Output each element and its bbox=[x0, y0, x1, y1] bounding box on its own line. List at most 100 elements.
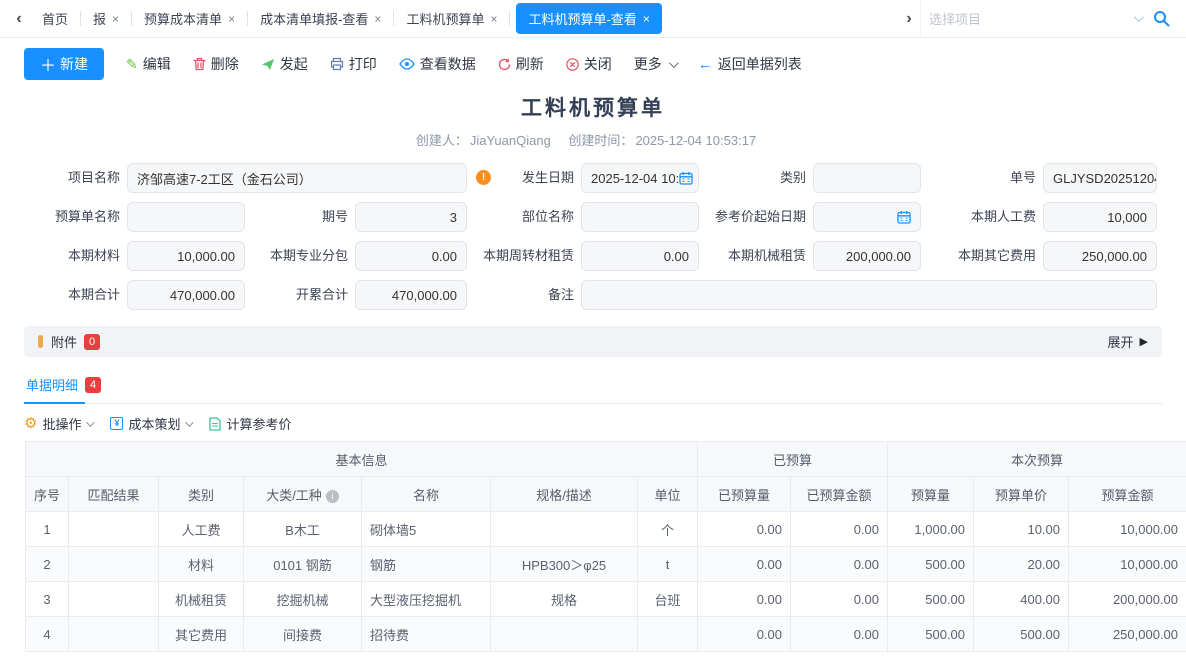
col-unit[interactable]: 单位 bbox=[638, 477, 698, 512]
col-major-class[interactable]: 大类/工种i bbox=[244, 477, 362, 512]
table-cell[interactable]: 0.00 bbox=[791, 512, 888, 547]
table-cell[interactable]: 砌体墙5 bbox=[362, 512, 491, 547]
table-cell[interactable]: 0.00 bbox=[698, 582, 791, 617]
project-select[interactable]: 选择项目 bbox=[920, 0, 1178, 37]
table-cell[interactable]: 20.00 bbox=[974, 547, 1069, 582]
col-spec[interactable]: 规格/描述 bbox=[491, 477, 638, 512]
delete-button[interactable]: 删除 bbox=[193, 54, 239, 74]
calendar-icon[interactable] bbox=[679, 171, 693, 185]
other-cost-field[interactable]: 250,000.00 bbox=[1043, 241, 1157, 271]
table-cell[interactable]: 人工费 bbox=[159, 512, 244, 547]
ref-price-start-field[interactable] bbox=[813, 202, 921, 232]
calendar-icon[interactable] bbox=[897, 210, 911, 224]
table-cell[interactable]: 间接费 bbox=[244, 617, 362, 652]
table-cell[interactable]: HPB300＞φ25 bbox=[491, 547, 638, 582]
col-seq[interactable]: 序号 bbox=[26, 477, 69, 512]
table-row[interactable]: 1人工费B木工砌体墙5个0.000.001,000.0010.0010,000.… bbox=[26, 512, 1186, 547]
labor-cost-field[interactable]: 10,000 bbox=[1043, 202, 1157, 232]
table-cell[interactable]: 200,000.00 bbox=[1069, 582, 1186, 617]
calc-reference-price-button[interactable]: 计算参考价 bbox=[209, 414, 291, 433]
table-cell[interactable]: 0.00 bbox=[698, 547, 791, 582]
table-cell[interactable]: 个 bbox=[638, 512, 698, 547]
close-icon[interactable]: × bbox=[490, 12, 497, 26]
print-button[interactable]: 打印 bbox=[330, 54, 377, 74]
table-cell[interactable]: 机械租赁 bbox=[159, 582, 244, 617]
table-cell[interactable]: 规格 bbox=[491, 582, 638, 617]
material-cost-field[interactable]: 10,000.00 bbox=[127, 241, 245, 271]
tab-glj-budget-view-active[interactable]: 工料机预算单-查看× bbox=[516, 3, 661, 34]
table-cell[interactable]: 0.00 bbox=[698, 512, 791, 547]
table-cell[interactable]: 500.00 bbox=[888, 582, 974, 617]
edit-button[interactable]: ✎编辑 bbox=[126, 54, 171, 74]
machine-rent-field[interactable]: 200,000.00 bbox=[813, 241, 921, 271]
table-cell[interactable]: 招待费 bbox=[362, 617, 491, 652]
tab-doc-detail[interactable]: 单据明细 4 bbox=[24, 369, 103, 403]
col-budgeted-qty[interactable]: 已预算量 bbox=[698, 477, 791, 512]
part-name-field[interactable] bbox=[581, 202, 699, 232]
refresh-button[interactable]: 刷新 bbox=[498, 54, 544, 74]
table-cell[interactable] bbox=[491, 617, 638, 652]
table-cell[interactable] bbox=[69, 547, 159, 582]
table-cell[interactable] bbox=[69, 512, 159, 547]
table-cell[interactable] bbox=[69, 582, 159, 617]
accum-total-field[interactable]: 470,000.00 bbox=[355, 280, 467, 310]
table-cell[interactable]: 3 bbox=[26, 582, 69, 617]
tabs-scroll-left-icon[interactable]: ‹ bbox=[8, 10, 30, 28]
table-cell[interactable]: 挖掘机械 bbox=[244, 582, 362, 617]
table-cell[interactable]: t bbox=[638, 547, 698, 582]
project-name-field[interactable]: 济邹高速7-2工区（金石公司） bbox=[127, 163, 467, 193]
more-button[interactable]: 更多 bbox=[634, 54, 676, 74]
table-cell[interactable]: 2 bbox=[26, 547, 69, 582]
attachment-bar[interactable]: 附件 0 展开 ▶ bbox=[24, 326, 1162, 357]
budget-name-field[interactable] bbox=[127, 202, 245, 232]
col-budget-amount[interactable]: 预算金额 bbox=[1069, 477, 1186, 512]
cost-planning-button[interactable]: ¥ 成本策划 bbox=[110, 414, 191, 433]
table-cell[interactable]: 1 bbox=[26, 512, 69, 547]
col-budget-qty[interactable]: 预算量 bbox=[888, 477, 974, 512]
table-cell[interactable]: 400.00 bbox=[974, 582, 1069, 617]
expand-toggle[interactable]: 展开 ▶ bbox=[1108, 332, 1148, 351]
tab-budget-cost-list[interactable]: 预算成本清单× bbox=[132, 3, 247, 34]
table-cell[interactable] bbox=[491, 512, 638, 547]
table-cell[interactable]: 0.00 bbox=[791, 547, 888, 582]
occur-date-field[interactable]: 2025-12-04 10: bbox=[581, 163, 699, 193]
view-data-button[interactable]: 查看数据 bbox=[399, 54, 476, 74]
tab-partial[interactable]: 报× bbox=[81, 3, 131, 34]
table-cell[interactable]: 10.00 bbox=[974, 512, 1069, 547]
col-name[interactable]: 名称 bbox=[362, 477, 491, 512]
table-cell[interactable]: 250,000.00 bbox=[1069, 617, 1186, 652]
table-cell[interactable]: 大型液压挖掘机 bbox=[362, 582, 491, 617]
tab-cost-list-fill-view[interactable]: 成本清单填报-查看× bbox=[248, 3, 393, 34]
back-to-list-button[interactable]: ←返回单据列表 bbox=[698, 54, 802, 74]
tab-glj-budget[interactable]: 工料机预算单× bbox=[394, 3, 509, 34]
table-cell[interactable]: 台班 bbox=[638, 582, 698, 617]
table-cell[interactable]: 1,000.00 bbox=[888, 512, 974, 547]
close-icon[interactable]: × bbox=[112, 12, 119, 26]
table-cell[interactable]: 10,000.00 bbox=[1069, 547, 1186, 582]
initiate-button[interactable]: 发起 bbox=[261, 54, 308, 74]
subcontract-field[interactable]: 0.00 bbox=[355, 241, 467, 271]
turnover-rent-field[interactable]: 0.00 bbox=[581, 241, 699, 271]
table-cell[interactable] bbox=[69, 617, 159, 652]
remark-field[interactable] bbox=[581, 280, 1157, 310]
new-button[interactable]: ＋新建 bbox=[24, 48, 104, 80]
table-cell[interactable] bbox=[638, 617, 698, 652]
table-cell[interactable]: 4 bbox=[26, 617, 69, 652]
table-cell[interactable]: B木工 bbox=[244, 512, 362, 547]
table-cell[interactable]: 500.00 bbox=[974, 617, 1069, 652]
col-budgeted-amount[interactable]: 已预算金额 bbox=[791, 477, 888, 512]
table-row[interactable]: 4其它费用间接费招待费0.000.00500.00500.00250,000.0… bbox=[26, 617, 1186, 652]
table-cell[interactable]: 10,000.00 bbox=[1069, 512, 1186, 547]
table-row[interactable]: 3机械租赁挖掘机械大型液压挖掘机规格台班0.000.00500.00400.00… bbox=[26, 582, 1186, 617]
table-row[interactable]: 2材料0101 钢筋钢筋HPB300＞φ25t0.000.00500.0020.… bbox=[26, 547, 1186, 582]
doc-no-field[interactable]: GLJYSD202512040 bbox=[1043, 163, 1157, 193]
table-cell[interactable]: 500.00 bbox=[888, 617, 974, 652]
close-icon[interactable]: × bbox=[228, 12, 235, 26]
search-icon[interactable] bbox=[1153, 10, 1170, 27]
table-cell[interactable]: 0.00 bbox=[698, 617, 791, 652]
table-cell[interactable]: 材料 bbox=[159, 547, 244, 582]
col-budget-price[interactable]: 预算单价 bbox=[974, 477, 1069, 512]
tab-home[interactable]: 首页 bbox=[30, 3, 80, 34]
warning-info-icon[interactable]: ! bbox=[476, 170, 491, 185]
table-cell[interactable]: 钢筋 bbox=[362, 547, 491, 582]
